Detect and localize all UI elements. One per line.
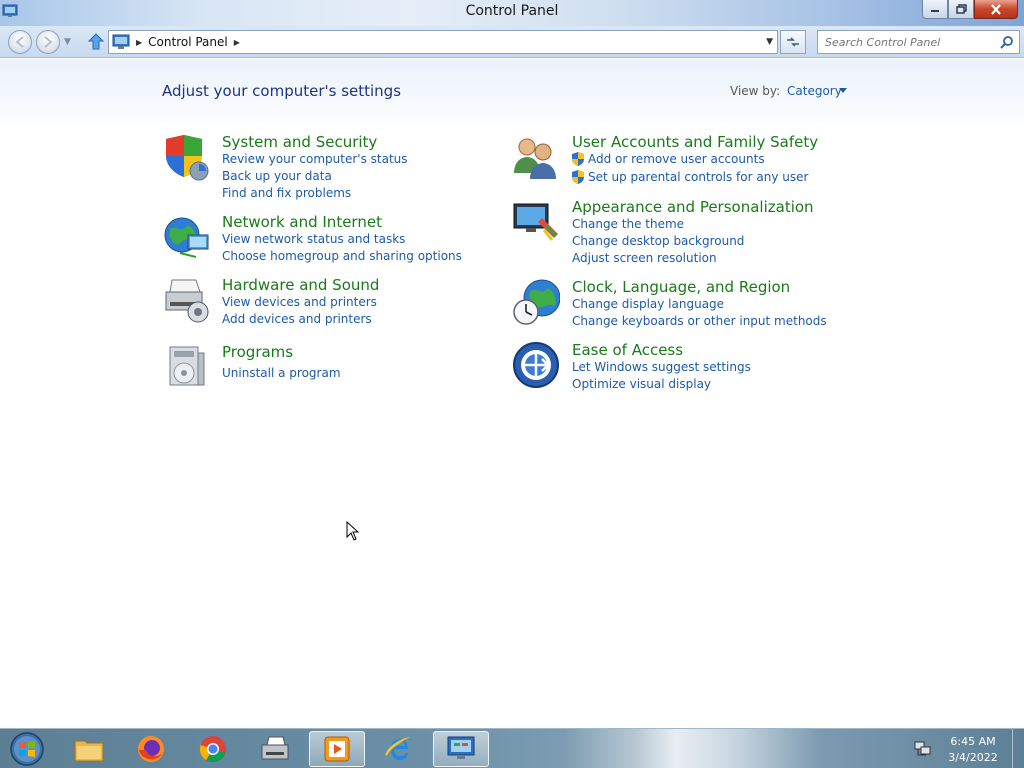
category-title[interactable]: System and Security xyxy=(222,133,377,151)
users-icon[interactable] xyxy=(512,133,560,181)
category-title[interactable]: User Accounts and Family Safety xyxy=(572,133,818,151)
network-tray-icon[interactable] xyxy=(914,741,932,757)
link-optimize-visual[interactable]: Optimize visual display xyxy=(572,377,711,391)
link-keyboards-input[interactable]: Change keyboards or other input methods xyxy=(572,314,827,328)
view-by-arrow-icon[interactable] xyxy=(839,88,847,93)
title-bar: Control Panel xyxy=(0,0,1024,26)
start-orb-icon[interactable] xyxy=(7,731,47,767)
firefox-icon xyxy=(138,736,164,762)
search-box[interactable] xyxy=(817,30,1020,54)
page-heading: Adjust your computer's settings xyxy=(162,82,402,100)
address-bar[interactable]: ▶ Control Panel ▶ ▼ xyxy=(108,30,778,54)
system-clock[interactable]: 6:45 AM 3/4/2022 xyxy=(938,734,1008,766)
link-display-language[interactable]: Change display language xyxy=(572,297,724,311)
link-uninstall-program[interactable]: Uninstall a program xyxy=(222,366,341,380)
search-icon[interactable] xyxy=(1000,35,1014,49)
window-title: Control Panel xyxy=(465,3,559,19)
show-desktop-button[interactable] xyxy=(1012,729,1024,768)
search-input[interactable] xyxy=(818,31,993,54)
clock-time: 6:45 AM xyxy=(950,735,996,748)
chrome-icon xyxy=(199,736,226,763)
navigation-bar: ▼ ▶ Control Panel ▶ ▼ xyxy=(0,26,1024,58)
taskbar-file-explorer[interactable] xyxy=(61,731,117,767)
category-title[interactable]: Clock, Language, and Region xyxy=(572,278,790,296)
internet-explorer-icon xyxy=(385,737,411,760)
view-by-dropdown[interactable]: Category xyxy=(787,84,842,98)
shield-icon[interactable] xyxy=(162,133,210,181)
category-title[interactable]: Ease of Access xyxy=(572,341,683,359)
link-add-devices[interactable]: Add devices and printers xyxy=(222,312,372,326)
category-title[interactable]: Appearance and Personalization xyxy=(572,198,814,216)
taskbar-printer-fax[interactable] xyxy=(247,731,303,767)
category-title[interactable]: Hardware and Sound xyxy=(222,276,379,294)
ease-of-access-icon[interactable] xyxy=(512,341,560,389)
file-explorer-icon xyxy=(74,740,104,762)
link-add-remove-users[interactable]: Add or remove user accounts xyxy=(588,152,765,166)
media-player-icon xyxy=(324,736,350,762)
close-button[interactable] xyxy=(974,0,1018,19)
back-arrow-icon xyxy=(15,36,24,48)
restore-icon xyxy=(955,4,967,14)
mouse-cursor-icon xyxy=(346,521,360,541)
content-area: Adjust your computer's settings View by:… xyxy=(0,59,1024,728)
link-network-status[interactable]: View network status and tasks xyxy=(222,232,405,246)
link-find-fix[interactable]: Find and fix problems xyxy=(222,186,351,200)
forward-arrow-icon xyxy=(44,36,53,48)
category-title[interactable]: Network and Internet xyxy=(222,213,382,231)
link-backup[interactable]: Back up your data xyxy=(222,169,332,183)
link-windows-suggest[interactable]: Let Windows suggest settings xyxy=(572,360,751,374)
taskbar-firefox[interactable] xyxy=(123,731,179,767)
programs-icon[interactable] xyxy=(162,343,210,391)
monitor-paint-icon[interactable] xyxy=(512,198,560,246)
control-panel-small-icon xyxy=(112,34,130,49)
link-homegroup[interactable]: Choose homegroup and sharing options xyxy=(222,249,462,263)
uac-shield-icon xyxy=(572,170,584,184)
breadcrumb-separator-icon[interactable]: ▶ xyxy=(234,38,240,47)
back-button[interactable] xyxy=(8,30,32,54)
link-change-theme[interactable]: Change the theme xyxy=(572,217,684,231)
window-controls xyxy=(922,0,1018,20)
taskbar: 6:45 AM 3/4/2022 xyxy=(0,728,1024,768)
link-parental-controls[interactable]: Set up parental controls for any user xyxy=(588,170,808,184)
link-view-devices[interactable]: View devices and printers xyxy=(222,295,377,309)
restore-button[interactable] xyxy=(948,0,974,19)
refresh-button[interactable] xyxy=(780,30,806,54)
control-panel-icon xyxy=(447,736,475,759)
globe-network-icon[interactable] xyxy=(162,213,210,261)
forward-button[interactable] xyxy=(36,30,60,54)
link-review-status[interactable]: Review your computer's status xyxy=(222,152,408,166)
link-desktop-background[interactable]: Change desktop background xyxy=(572,234,744,248)
taskbar-internet-explorer[interactable] xyxy=(371,731,427,767)
uac-shield-icon xyxy=(572,152,584,166)
taskbar-control-panel[interactable] xyxy=(433,731,489,767)
refresh-icon xyxy=(787,37,799,47)
breadcrumb-separator-icon[interactable]: ▶ xyxy=(136,38,142,47)
up-arrow-icon[interactable] xyxy=(86,32,106,52)
link-screen-resolution[interactable]: Adjust screen resolution xyxy=(572,251,717,265)
minimize-button[interactable] xyxy=(922,0,948,19)
printer-icon[interactable] xyxy=(162,276,210,324)
view-by-label: View by: xyxy=(730,84,781,98)
minimize-icon xyxy=(931,10,939,12)
clock-date: 3/4/2022 xyxy=(948,751,998,764)
close-icon xyxy=(991,3,1001,15)
breadcrumb-control-panel[interactable]: Control Panel xyxy=(148,35,228,49)
address-dropdown-icon[interactable]: ▼ xyxy=(766,37,773,47)
taskbar-media-player[interactable] xyxy=(309,731,365,767)
printer-fax-icon xyxy=(261,736,289,760)
category-title[interactable]: Programs xyxy=(222,343,293,361)
globe-clock-icon[interactable] xyxy=(512,278,560,326)
recent-pages-dropdown[interactable]: ▼ xyxy=(64,37,71,47)
taskbar-chrome[interactable] xyxy=(185,731,241,767)
